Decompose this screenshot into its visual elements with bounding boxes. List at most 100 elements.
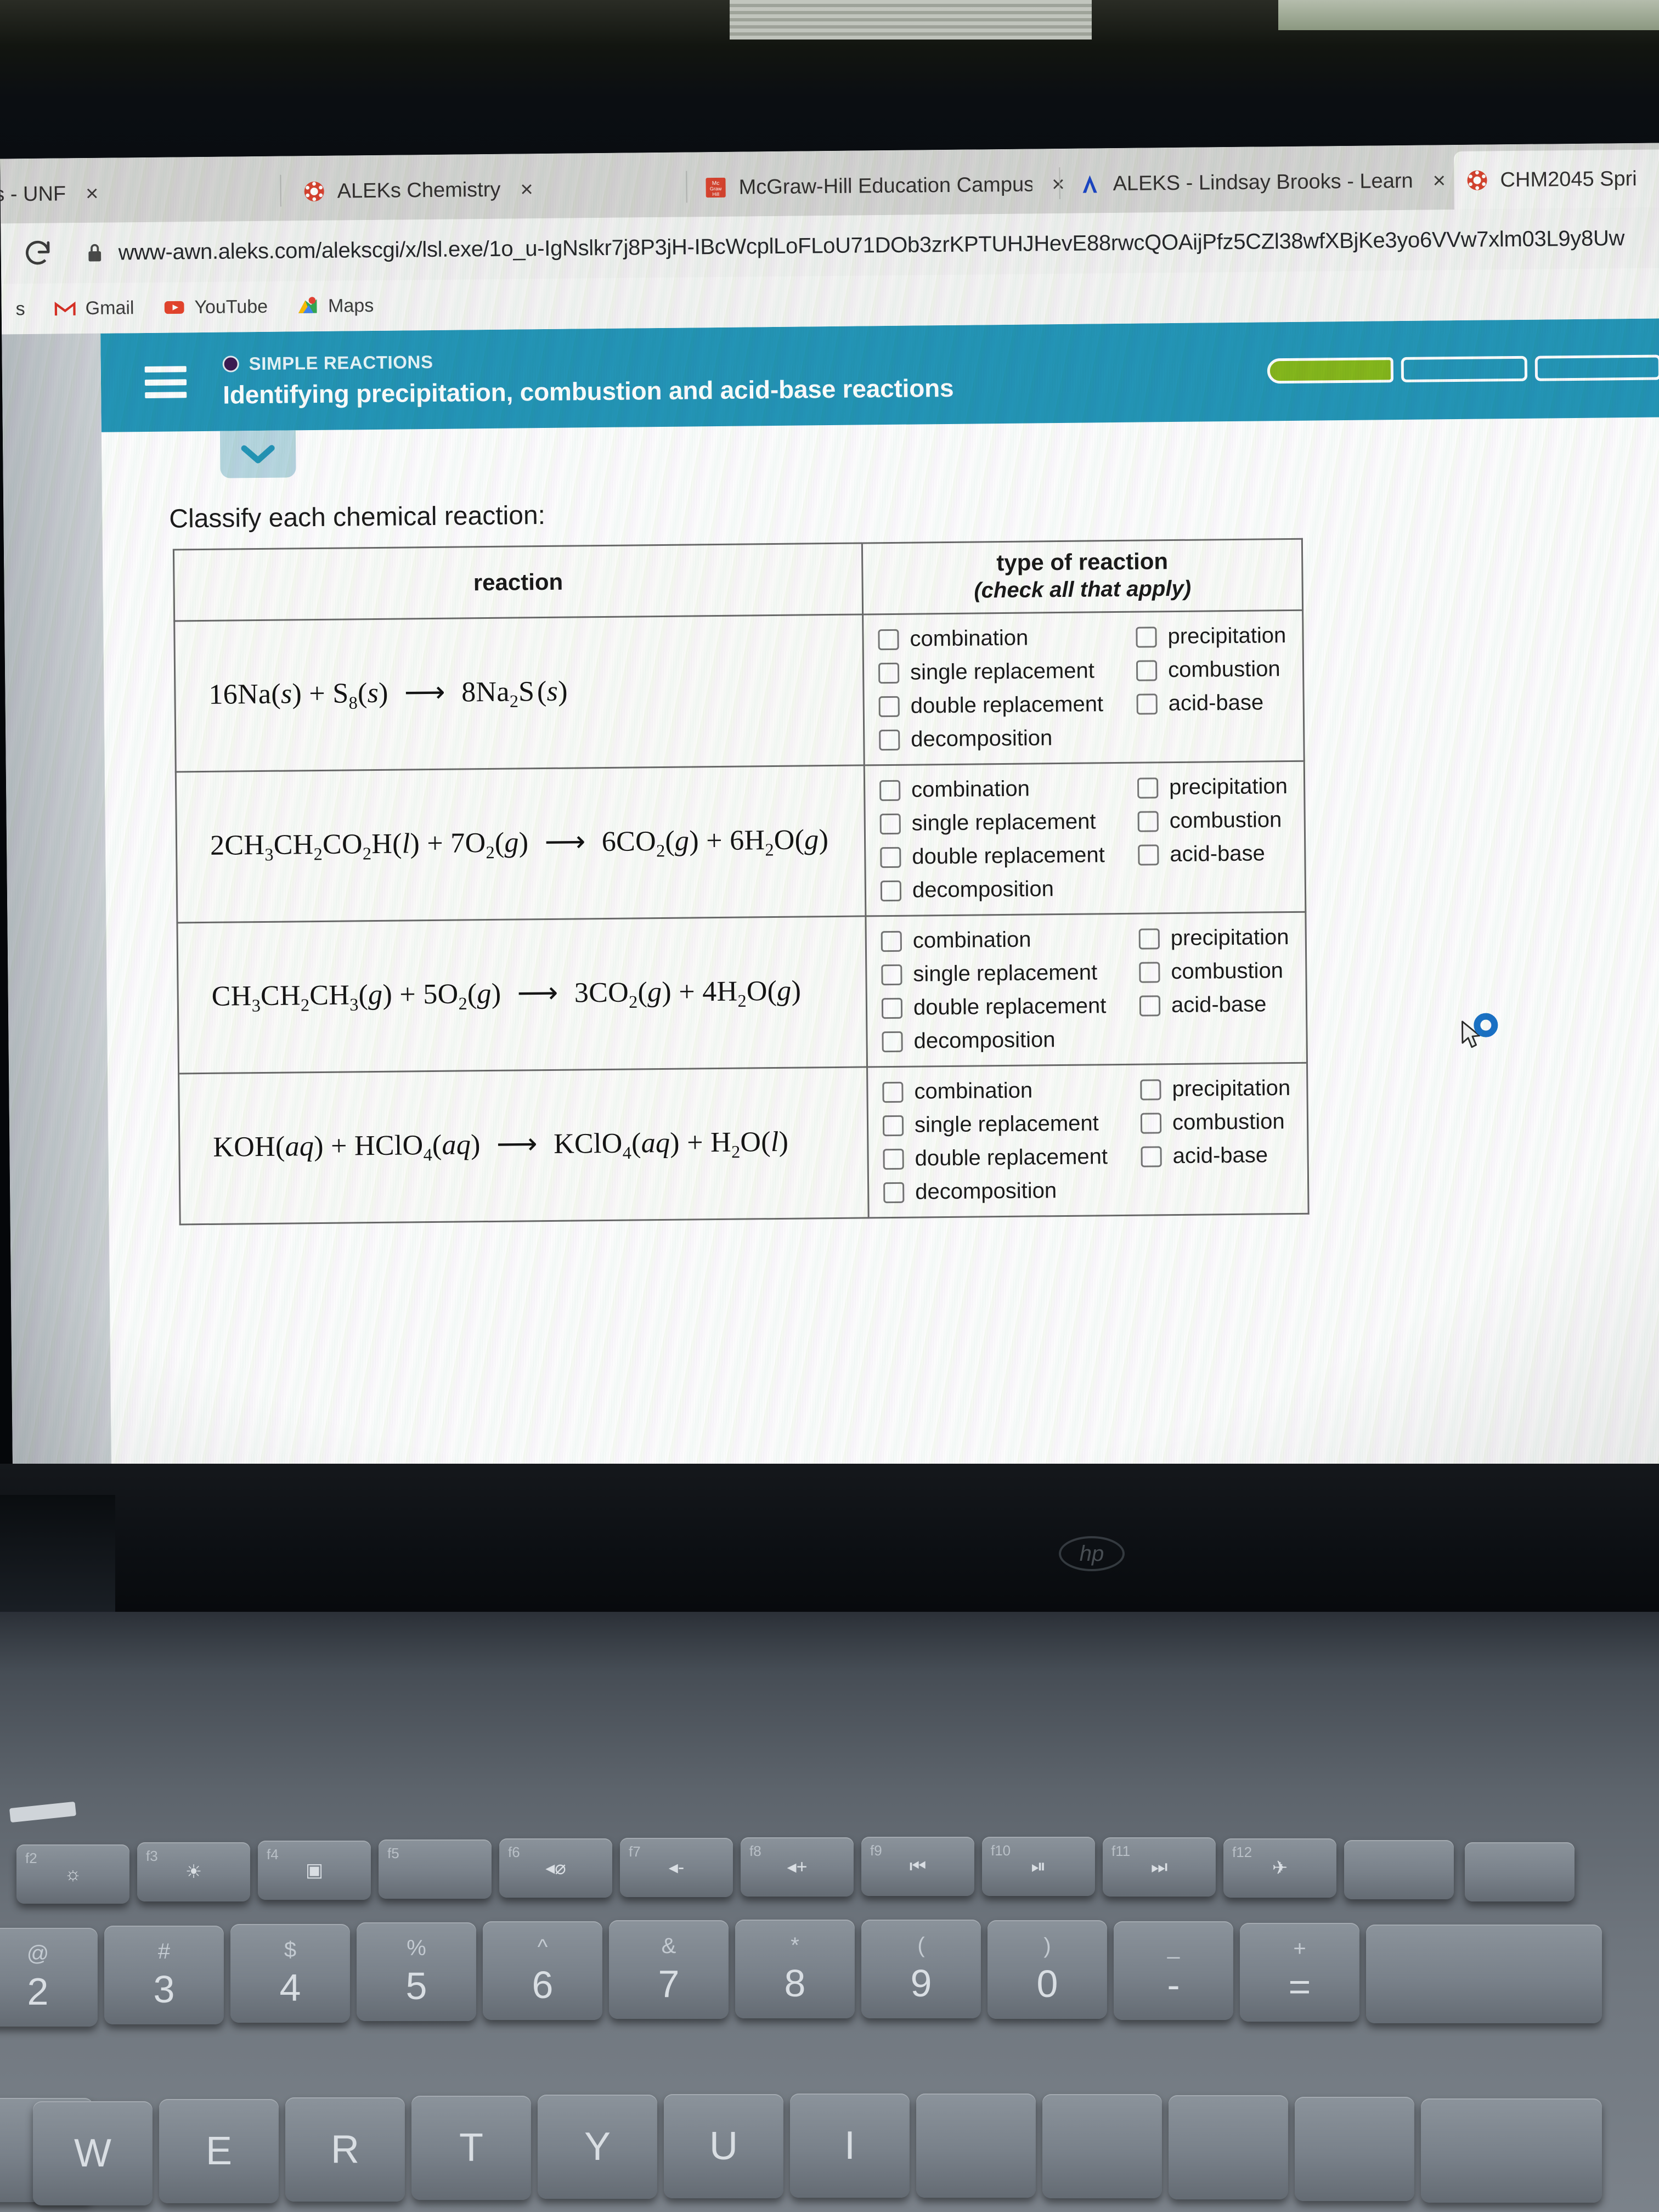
key-f2[interactable]: f2 ☼: [16, 1844, 129, 1904]
checkbox-icon[interactable]: [878, 662, 900, 684]
checkbox-row-decomposition[interactable]: decomposition: [880, 876, 1138, 904]
key-p[interactable]: [1042, 2094, 1162, 2198]
browser-tab-1[interactable]: ALEKs Chemistry ×: [291, 159, 692, 221]
checkbox-icon[interactable]: [882, 1081, 904, 1103]
checkbox-icon[interactable]: [1140, 1079, 1161, 1101]
key-f14[interactable]: [1465, 1842, 1575, 1901]
checkbox-icon[interactable]: [1136, 693, 1158, 715]
checkbox-row-decomposition[interactable]: decomposition: [882, 1027, 1139, 1054]
checkbox-row-single-replacement[interactable]: single replacement: [878, 658, 1136, 686]
checkbox-row-combustion[interactable]: combustion: [1137, 808, 1304, 834]
key-bracket-right[interactable]: [1295, 2097, 1414, 2201]
checkbox-icon[interactable]: [878, 629, 899, 650]
checkbox-row-combustion[interactable]: combustion: [1140, 1109, 1307, 1136]
close-icon[interactable]: ×: [1432, 168, 1446, 193]
checkbox-icon[interactable]: [1137, 777, 1159, 799]
key-u[interactable]: U: [664, 2094, 783, 2198]
checkbox-row-acid-base[interactable]: acid-base: [1138, 841, 1304, 867]
key-equals[interactable]: + =: [1240, 1923, 1359, 2022]
key-6[interactable]: ^ 6: [483, 1921, 602, 2020]
checkbox-icon[interactable]: [1138, 928, 1160, 950]
checkbox-row-double-replacement[interactable]: double replacement: [883, 1144, 1141, 1172]
checkbox-icon[interactable]: [882, 1115, 904, 1136]
browser-tab-4[interactable]: CHM2045 Spri: [1454, 148, 1659, 210]
key-7[interactable]: & 7: [609, 1920, 729, 2019]
key-f12[interactable]: f12 ✈: [1223, 1838, 1336, 1898]
checkbox-row-precipitation[interactable]: precipitation: [1140, 1076, 1306, 1102]
close-icon[interactable]: ×: [520, 177, 533, 202]
checkbox-icon[interactable]: [880, 847, 901, 868]
key-8[interactable]: * 8: [735, 1920, 855, 2018]
key-backslash[interactable]: [1421, 2098, 1602, 2203]
checkbox-icon[interactable]: [878, 696, 900, 717]
checkbox-row-combustion[interactable]: combustion: [1139, 958, 1305, 985]
key-o[interactable]: [916, 2094, 1036, 2198]
key-f7[interactable]: f7 ◂-: [620, 1838, 733, 1897]
key-2[interactable]: @2: [0, 1928, 98, 2027]
hamburger-icon[interactable]: [144, 366, 187, 398]
key-f5[interactable]: f5: [379, 1839, 492, 1899]
bookmark-item-maps[interactable]: Maps: [282, 294, 388, 318]
key-f9[interactable]: f9 ⏮: [861, 1837, 974, 1896]
key-r[interactable]: R: [285, 2097, 405, 2202]
checkbox-icon[interactable]: [1136, 659, 1158, 681]
key-minus[interactable]: _ -: [1114, 1921, 1233, 2020]
key-0[interactable]: ) 0: [988, 1920, 1107, 2019]
key-y[interactable]: Y: [538, 2095, 657, 2199]
key-bracket-left[interactable]: [1169, 2095, 1288, 2199]
key-w[interactable]: W: [33, 2101, 153, 2205]
checkbox-row-double-replacement[interactable]: double replacement: [880, 843, 1138, 870]
key-f4[interactable]: f4 ▣: [258, 1841, 371, 1900]
reload-icon[interactable]: [21, 238, 54, 270]
checkbox-icon[interactable]: [1139, 961, 1160, 983]
key-f13[interactable]: [1344, 1840, 1454, 1899]
checkbox-icon[interactable]: [882, 1031, 903, 1052]
checkbox-icon[interactable]: [881, 964, 902, 985]
checkbox-icon[interactable]: [1140, 1112, 1162, 1134]
checkbox-row-single-replacement[interactable]: single replacement: [879, 809, 1138, 837]
expand-panel-button[interactable]: [219, 430, 296, 478]
checkbox-icon[interactable]: [881, 997, 903, 1019]
checkbox-icon[interactable]: [879, 780, 901, 801]
checkbox-icon[interactable]: [1136, 626, 1157, 648]
checkbox-icon[interactable]: [883, 1148, 904, 1170]
lock-icon[interactable]: [86, 241, 104, 264]
key-3[interactable]: #3: [104, 1926, 224, 2024]
key-f6[interactable]: f6 ◂⌀: [499, 1838, 612, 1898]
browser-tab-2[interactable]: Mc Graw Hill McGraw-Hill Education Campu…: [692, 155, 1077, 217]
checkbox-icon[interactable]: [881, 930, 902, 952]
close-icon[interactable]: ×: [86, 181, 99, 206]
close-icon[interactable]: ×: [1052, 172, 1065, 196]
key-e[interactable]: E: [159, 2099, 279, 2203]
bookmark-item-youtube[interactable]: YouTube: [148, 295, 282, 319]
checkbox-icon[interactable]: [1141, 1146, 1162, 1167]
checkbox-row-combustion[interactable]: combustion: [1136, 657, 1302, 683]
key-f8[interactable]: f8 ◂+: [741, 1837, 854, 1897]
checkbox-icon[interactable]: [880, 880, 902, 901]
checkbox-row-precipitation[interactable]: precipitation: [1137, 774, 1304, 800]
key-i[interactable]: I: [790, 2094, 910, 2198]
key-4[interactable]: $4: [230, 1924, 350, 2023]
checkbox-row-single-replacement[interactable]: single replacement: [881, 960, 1139, 988]
key-backspace[interactable]: [1366, 1925, 1602, 2023]
checkbox-row-acid-base[interactable]: acid-base: [1139, 992, 1306, 1018]
browser-tab-0[interactable]: Wings - UNF ×: [0, 163, 242, 224]
key-f3[interactable]: f3 ☀: [137, 1842, 250, 1901]
checkbox-row-acid-base[interactable]: acid-base: [1141, 1143, 1307, 1169]
checkbox-row-acid-base[interactable]: acid-base: [1136, 690, 1302, 716]
key-5[interactable]: % 5: [357, 1922, 476, 2021]
checkbox-row-double-replacement[interactable]: double replacement: [878, 692, 1137, 719]
checkbox-row-combination[interactable]: combination: [878, 625, 1136, 652]
key-9[interactable]: (9: [861, 1920, 981, 2018]
checkbox-row-decomposition[interactable]: decomposition: [879, 725, 1137, 753]
browser-tab-3[interactable]: ALEKS - Lindsay Brooks - Learn ×: [1066, 151, 1473, 213]
checkbox-row-precipitation[interactable]: precipitation: [1136, 623, 1302, 650]
checkbox-row-combination[interactable]: combination: [881, 927, 1139, 954]
checkbox-row-precipitation[interactable]: precipitation: [1138, 925, 1305, 951]
checkbox-icon[interactable]: [1137, 810, 1159, 832]
checkbox-row-single-replacement[interactable]: single replacement: [882, 1111, 1141, 1138]
checkbox-icon[interactable]: [1139, 995, 1161, 1017]
key-f11[interactable]: f11 ⏭: [1103, 1837, 1216, 1897]
checkbox-row-double-replacement[interactable]: double replacement: [881, 994, 1139, 1021]
url-text[interactable]: www-awn.aleks.com/alekscgi/x/lsl.exe/1o_…: [119, 226, 1625, 265]
